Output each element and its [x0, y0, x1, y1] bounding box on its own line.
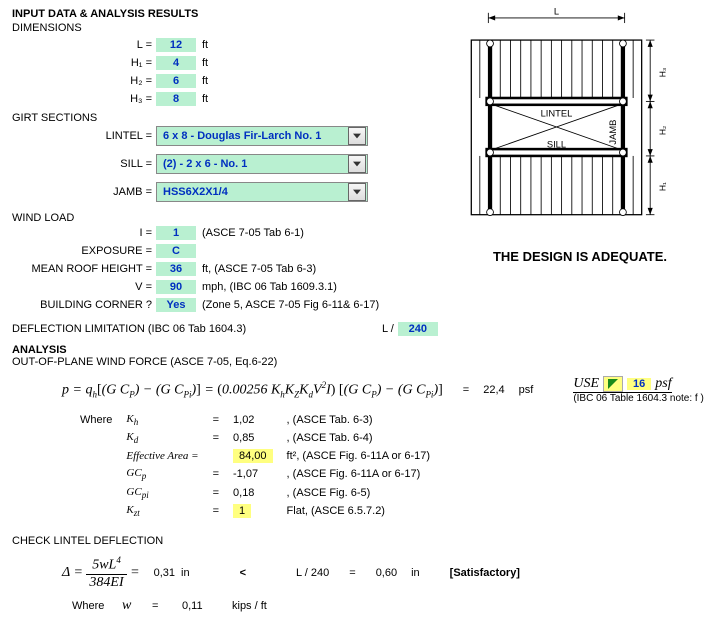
dim-L-value[interactable]: 12 — [156, 38, 196, 52]
delta-unit: in — [181, 567, 190, 579]
sill-select[interactable]: (2) - 2 x 6 - No. 1 — [156, 154, 368, 174]
Kh-note: , (ASCE Tab. 6-3) — [281, 412, 436, 428]
limit-label: L / 240 — [296, 567, 329, 579]
Kh-value: 1,02 — [227, 412, 279, 428]
check-result: [Satisfactory] — [450, 567, 520, 579]
w-symbol: w — [122, 598, 152, 614]
chevron-down-icon — [348, 183, 366, 201]
limit-value: 0,60 — [376, 567, 397, 579]
analysis-heading: ANALYSIS — [12, 344, 713, 356]
GCpi-value: 0,18 — [227, 485, 279, 501]
Kzt-value: 1 — [233, 504, 251, 518]
limit-unit: in — [411, 567, 420, 579]
svg-text:SILL: SILL — [547, 139, 566, 149]
GCp-value: -1,07 — [227, 466, 279, 482]
delta-value: 0,31 — [154, 567, 175, 579]
GCpi-note: , (ASCE Fig. 6-5) — [281, 485, 436, 501]
lintel-label: LINTEL = — [12, 130, 156, 142]
sill-select-value: (2) - 2 x 6 - No. 1 — [157, 158, 346, 170]
pressure-result-unit: psf — [519, 384, 534, 396]
dim-H1-unit: ft — [196, 57, 208, 69]
eq-sign: = — [349, 567, 355, 579]
wind-I-label: I = — [12, 227, 156, 239]
dim-H3-unit: ft — [196, 93, 208, 105]
wind-V-note: mph, (IBC 06 Tab 1609.3.1) — [196, 281, 337, 293]
svg-text:H₂: H₂ — [658, 126, 668, 135]
dim-H3-label: H₃ = — [12, 93, 156, 105]
input-marker-icon — [603, 376, 623, 392]
wind-exposure-label: EXPOSURE = — [12, 245, 156, 257]
Kzt-note: Flat, (ASCE 6.5.7.2) — [281, 503, 436, 519]
parameter-table: Where Kh =1,02 , (ASCE Tab. 6-3) Kd =0,8… — [72, 410, 438, 521]
where-label-2: Where — [72, 600, 122, 612]
wind-corner-value[interactable]: Yes — [156, 298, 196, 312]
chevron-down-icon — [348, 155, 366, 173]
dim-H2-unit: ft — [196, 75, 208, 87]
Kd-note: , (ASCE Tab. 6-4) — [281, 430, 436, 446]
design-adequate-text: THE DESIGN IS ADEQUATE. — [450, 249, 710, 264]
wind-exposure-value[interactable]: C — [156, 244, 196, 258]
deflection-limit-value[interactable]: 240 — [398, 322, 438, 336]
w-eq: = — [152, 600, 182, 612]
svg-text:L: L — [554, 7, 559, 17]
lintel-select[interactable]: 6 x 8 - Douglas Fir-Larch No. 1 — [156, 126, 368, 146]
wind-mrh-note: ft, (ASCE 7-05 Tab 6-3) — [196, 263, 316, 275]
wind-I-value[interactable]: 1 — [156, 226, 196, 240]
dim-H1-label: H₁ = — [12, 57, 156, 69]
dim-H1-value[interactable]: 4 — [156, 56, 196, 70]
svg-text:JAMB: JAMB — [608, 120, 618, 145]
jamb-select-value: HSS6X2X1/4 — [157, 186, 346, 198]
w-unit: kips / ft — [232, 600, 267, 612]
dim-L-unit: ft — [196, 39, 208, 51]
use-value[interactable]: 16 — [627, 378, 651, 390]
wind-V-label: V = — [12, 281, 156, 293]
jamb-select[interactable]: HSS6X2X1/4 — [156, 182, 368, 202]
use-note: (IBC 06 Table 1604.3 note: f ) — [573, 393, 703, 404]
wall-diagram: L LINTEL SILL JAMB — [450, 6, 710, 264]
lintel-select-value: 6 x 8 - Douglas Fir-Larch No. 1 — [157, 130, 346, 142]
dim-L-label: L = — [12, 39, 156, 51]
effective-area-note: ft², (ASCE Fig. 6-11A or 6-17) — [281, 448, 436, 464]
svg-text:H₃: H₃ — [658, 68, 668, 78]
svg-text:LINTEL: LINTEL — [541, 109, 573, 119]
dim-H2-value[interactable]: 6 — [156, 74, 196, 88]
deflection-limit-label: DEFLECTION LIMITATION (IBC 06 Tab 1604.3… — [12, 323, 382, 335]
jamb-label: JAMB = — [12, 186, 156, 198]
comparison-sign: < — [240, 567, 246, 579]
dim-H2-label: H₂ = — [12, 75, 156, 87]
wind-I-note: (ASCE 7-05 Tab 6-1) — [196, 227, 304, 239]
pressure-equation: p = qh[(G CP) − (G CPi)] = (0.00256 KhKZ… — [62, 380, 443, 399]
lintel-check-heading: CHECK LINTEL DEFLECTION — [12, 535, 713, 547]
Kd-value: 0,85 — [227, 430, 279, 446]
analysis-subheading: OUT-OF-PLANE WIND FORCE (ASCE 7-05, Eq.6… — [12, 356, 713, 368]
chevron-down-icon — [348, 127, 366, 145]
use-unit: psf — [655, 376, 671, 392]
wind-mrh-value[interactable]: 36 — [156, 262, 196, 276]
w-value: 0,11 — [182, 600, 232, 612]
where-label: Where — [74, 412, 118, 428]
effective-area-label: Effective Area = — [120, 448, 204, 464]
effective-area-value: 84,00 — [233, 449, 273, 463]
wind-mrh-label: MEAN ROOF HEIGHT = — [12, 263, 156, 275]
wind-V-value[interactable]: 90 — [156, 280, 196, 294]
delta-equation: Δ = 5wL4384EI = — [62, 555, 140, 591]
svg-text:H₁: H₁ — [658, 182, 668, 191]
sill-label: SILL = — [12, 158, 156, 170]
deflection-limit-prefix: L / — [382, 323, 394, 335]
wind-corner-note: (Zone 5, ASCE 7-05 Fig 6-11& 6-17) — [196, 299, 379, 311]
use-label: USE — [573, 376, 599, 392]
pressure-result-value: 22,4 — [483, 384, 504, 396]
dim-H3-value[interactable]: 8 — [156, 92, 196, 106]
wind-corner-label: BUILDING CORNER ? — [12, 299, 156, 311]
GCp-note: , (ASCE Fig. 6-11A or 6-17) — [281, 466, 436, 482]
